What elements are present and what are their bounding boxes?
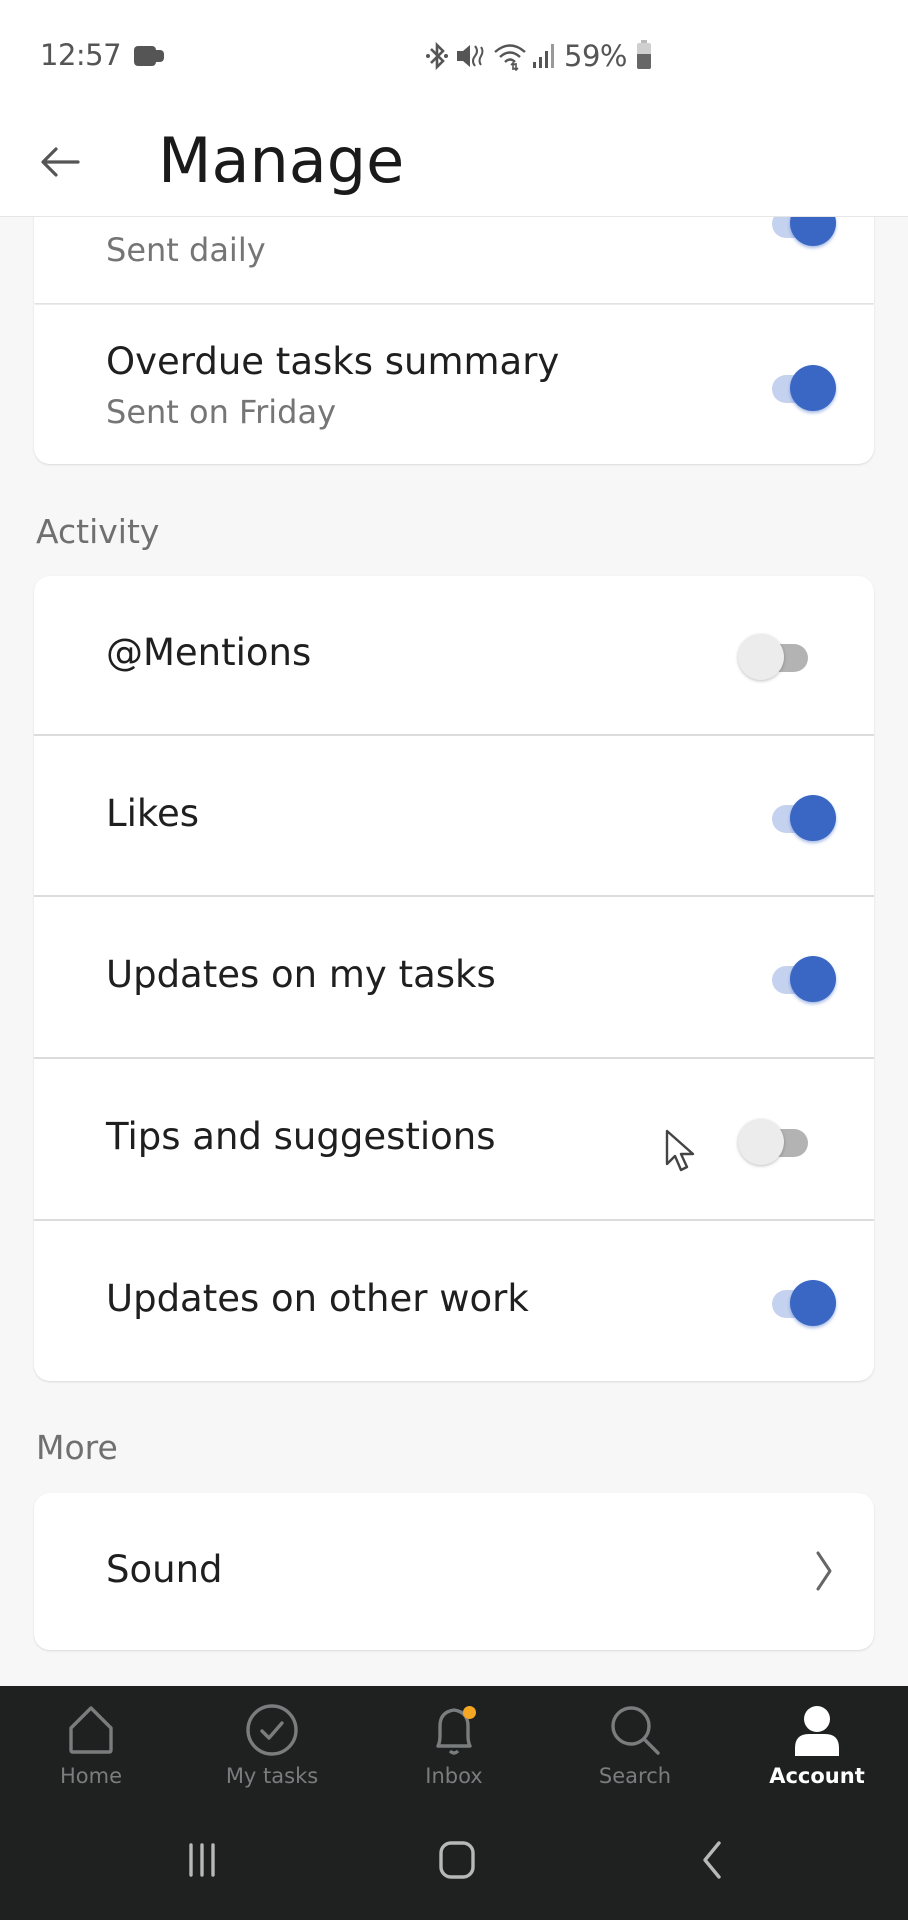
- row-title: Sound: [106, 1548, 223, 1591]
- wifi-icon: [494, 44, 526, 71]
- row-subtitle: Sent on Friday: [106, 393, 337, 431]
- battery-icon: [636, 40, 651, 69]
- toggle-overdue-summary[interactable]: [752, 361, 836, 413]
- nav-label: Home: [59, 1764, 122, 1788]
- toggle-thumb: [790, 956, 836, 1002]
- settings-row-likes[interactable]: Likes: [34, 736, 874, 897]
- toggle-tips-suggestions[interactable]: [734, 1115, 814, 1167]
- nav-label: Inbox: [425, 1764, 483, 1788]
- toggle-updates-other-work[interactable]: [752, 1276, 836, 1328]
- back-button[interactable]: [30, 132, 90, 192]
- toggle-thumb: [738, 634, 784, 680]
- recent-apps-button[interactable]: [172, 1834, 232, 1886]
- arrow-left-icon: [41, 147, 80, 177]
- row-title: Tips and suggestions: [106, 1115, 496, 1158]
- toggle-thumb: [738, 1119, 784, 1165]
- row-title: Overdue tasks summary: [106, 340, 560, 383]
- section-label-more: More: [36, 1428, 118, 1467]
- nav-item-search[interactable]: Search: [544, 1686, 726, 1800]
- toggle-thumb: [790, 1280, 836, 1326]
- home-icon: [69, 1706, 113, 1754]
- nav-item-home[interactable]: Home: [0, 1686, 182, 1800]
- toggle-thumb: [790, 795, 836, 841]
- screen: 12:57 59% Manage Sent daily Overdue task…: [0, 0, 908, 1920]
- settings-row-sound[interactable]: Sound: [34, 1493, 874, 1650]
- nav-item-account[interactable]: Account: [726, 1686, 908, 1800]
- nav-label: My tasks: [225, 1764, 319, 1788]
- section-label-activity: Activity: [36, 512, 160, 551]
- check-circle-icon: [246, 1704, 298, 1756]
- back-chevron-icon: [703, 1841, 721, 1879]
- bluetooth-icon: [426, 41, 448, 71]
- video-record-icon: [134, 46, 164, 66]
- row-subtitle: Sent daily: [106, 231, 266, 269]
- more-card: Sound: [34, 1493, 874, 1650]
- settings-row-updates-other-work[interactable]: Updates on other work: [34, 1221, 874, 1381]
- system-navigation-bar: [0, 1800, 908, 1920]
- settings-row-tips-suggestions[interactable]: Tips and suggestions: [34, 1059, 874, 1221]
- search-icon: [611, 1706, 660, 1755]
- mouse-cursor-icon: [665, 1129, 695, 1172]
- settings-row-mentions[interactable]: @Mentions: [34, 576, 874, 736]
- battery-fill: [636, 53, 651, 69]
- app-header: Manage: [0, 110, 908, 217]
- toggle-mentions[interactable]: [734, 630, 814, 682]
- nav-label: Account: [769, 1764, 865, 1788]
- row-title: Updates on other work: [106, 1277, 529, 1320]
- page-title: Manage: [158, 124, 405, 197]
- status-bar: 12:57 59%: [0, 0, 908, 110]
- row-title: Updates on my tasks: [106, 953, 496, 996]
- mute-icon: [457, 45, 484, 67]
- settings-row-overdue-summary[interactable]: Overdue tasks summary Sent on Friday: [34, 305, 874, 464]
- row-title: Likes: [106, 792, 200, 835]
- recent-apps-icon: [189, 1843, 215, 1877]
- toggle-thumb: [790, 365, 836, 411]
- status-icons: 59%: [425, 36, 651, 76]
- signal-icon: [533, 44, 554, 68]
- toggle-updates-my-tasks[interactable]: [752, 952, 836, 1004]
- nav-item-inbox[interactable]: Inbox: [363, 1686, 545, 1800]
- status-time: 12:57: [40, 38, 122, 72]
- battery-percent: 59%: [564, 39, 627, 73]
- summary-card: Overdue tasks summary Sent on Friday: [34, 305, 874, 464]
- toggle-likes[interactable]: [752, 791, 836, 843]
- chevron-right-icon: [816, 1551, 832, 1591]
- activity-card: @Mentions Likes Updates on my tasks Tips…: [34, 576, 874, 1381]
- person-icon: [795, 1706, 839, 1756]
- back-system-button[interactable]: [683, 1834, 743, 1886]
- home-circle-icon: [439, 1841, 475, 1879]
- settings-row-updates-my-tasks[interactable]: Updates on my tasks: [34, 897, 874, 1059]
- inbox-badge-dot: [463, 1706, 476, 1719]
- home-button[interactable]: [427, 1834, 487, 1886]
- bottom-navigation: Home My tasks Inbox Search Account: [0, 1686, 908, 1800]
- nav-label: Search: [598, 1764, 672, 1788]
- row-title: @Mentions: [106, 631, 312, 674]
- nav-item-my-tasks[interactable]: My tasks: [181, 1686, 363, 1800]
